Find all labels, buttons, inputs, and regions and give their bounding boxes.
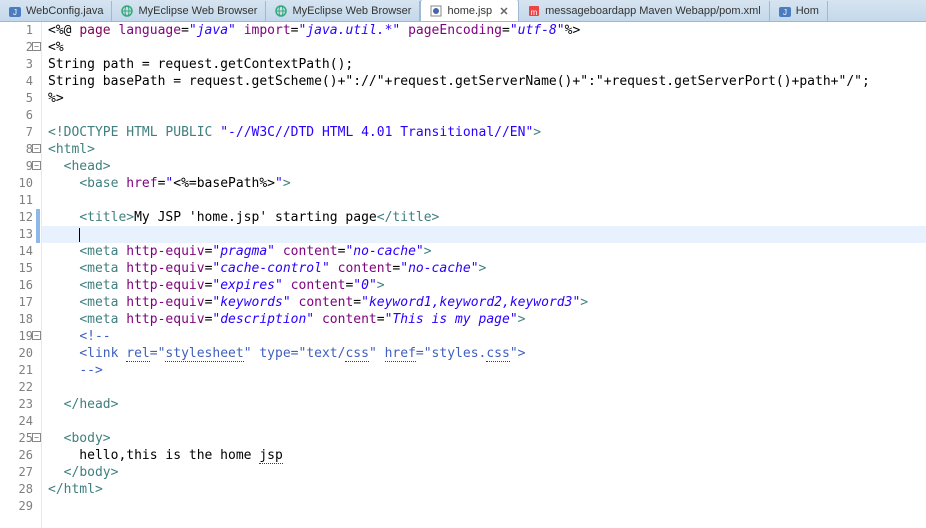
- line-number: 8−: [0, 141, 33, 158]
- line-number: 15: [0, 260, 33, 277]
- line-number: 5: [0, 90, 33, 107]
- fold-toggle-icon[interactable]: −: [32, 433, 41, 442]
- fold-toggle-icon[interactable]: −: [32, 42, 41, 51]
- code-line[interactable]: <!DOCTYPE HTML PUBLIC "-//W3C//DTD HTML …: [48, 124, 926, 141]
- tab-label: MyEclipse Web Browser: [138, 5, 257, 17]
- code-line[interactable]: String path = request.getContextPath();: [48, 56, 926, 73]
- code-area[interactable]: <%@ page language="java" import="java.ut…: [42, 22, 926, 528]
- tab-1[interactable]: MyEclipse Web Browser: [112, 1, 266, 21]
- code-line[interactable]: <%@ page language="java" import="java.ut…: [48, 22, 926, 39]
- code-line[interactable]: [48, 107, 926, 124]
- line-number: 22: [0, 379, 33, 396]
- java-icon: J: [8, 4, 22, 18]
- code-line[interactable]: </body>: [48, 464, 926, 481]
- code-line[interactable]: [48, 498, 926, 515]
- code-editor[interactable]: 12−345678−9−10111213141516171819−2021222…: [0, 22, 926, 528]
- line-number: 6: [0, 107, 33, 124]
- close-icon[interactable]: [498, 5, 510, 17]
- code-line[interactable]: <head>: [48, 158, 926, 175]
- code-line[interactable]: <title>My JSP 'home.jsp' starting page</…: [48, 209, 926, 226]
- code-line[interactable]: <body>: [48, 430, 926, 447]
- maven-icon: m: [527, 4, 541, 18]
- code-line[interactable]: -->: [48, 362, 926, 379]
- code-line[interactable]: <meta http-equiv="description" content="…: [48, 311, 926, 328]
- line-number: 26: [0, 447, 33, 464]
- globe-icon: [120, 4, 134, 18]
- line-number: 21: [0, 362, 33, 379]
- line-number: 12: [0, 209, 33, 226]
- code-line[interactable]: hello,this is the home jsp: [48, 447, 926, 464]
- code-line[interactable]: [48, 413, 926, 430]
- line-number: 28: [0, 481, 33, 498]
- line-number: 20: [0, 345, 33, 362]
- change-marker: [36, 226, 40, 243]
- line-number: 1: [0, 22, 33, 39]
- code-line[interactable]: <html>: [48, 141, 926, 158]
- code-line[interactable]: <meta http-equiv="cache-control" content…: [48, 260, 926, 277]
- code-line[interactable]: <%: [48, 39, 926, 56]
- fold-toggle-icon[interactable]: −: [32, 161, 41, 170]
- line-number: 17: [0, 294, 33, 311]
- tab-4[interactable]: m messageboardapp Maven Webapp/pom.xml: [519, 1, 770, 21]
- tab-label: Hom: [796, 5, 819, 17]
- code-line[interactable]: <!--: [48, 328, 926, 345]
- fold-toggle-icon[interactable]: −: [32, 331, 41, 340]
- java-icon: J: [778, 4, 792, 18]
- code-line[interactable]: String basePath = request.getScheme()+":…: [48, 73, 926, 90]
- tab-5[interactable]: J Hom: [770, 1, 828, 21]
- svg-text:J: J: [13, 8, 17, 17]
- line-number: 10: [0, 175, 33, 192]
- code-line[interactable]: <meta http-equiv="expires" content="0">: [48, 277, 926, 294]
- code-line[interactable]: %>: [48, 90, 926, 107]
- fold-toggle-icon[interactable]: −: [32, 144, 41, 153]
- line-number: 7: [0, 124, 33, 141]
- code-line[interactable]: </html>: [48, 481, 926, 498]
- tab-label: WebConfig.java: [26, 5, 103, 17]
- line-number: 29: [0, 498, 33, 515]
- tab-label: home.jsp: [447, 5, 492, 17]
- svg-text:J: J: [783, 8, 787, 17]
- editor-tabbar: J WebConfig.java MyEclipse Web Browser MyEc…: [0, 0, 926, 22]
- line-number: 16: [0, 277, 33, 294]
- code-line[interactable]: [48, 379, 926, 396]
- line-number: 14: [0, 243, 33, 260]
- line-number: 25−: [0, 430, 33, 447]
- line-number: 24: [0, 413, 33, 430]
- globe-icon: [274, 4, 288, 18]
- code-line[interactable]: </head>: [48, 396, 926, 413]
- line-gutter: 12−345678−9−10111213141516171819−2021222…: [0, 22, 42, 528]
- tab-label: MyEclipse Web Browser: [292, 5, 411, 17]
- svg-text:m: m: [531, 8, 538, 17]
- line-number: 11: [0, 192, 33, 209]
- line-number: 2−: [0, 39, 33, 56]
- line-number: 3: [0, 56, 33, 73]
- line-number: 9−: [0, 158, 33, 175]
- line-number: 27: [0, 464, 33, 481]
- tab-2[interactable]: MyEclipse Web Browser: [266, 1, 420, 21]
- jsp-icon: [429, 4, 443, 18]
- code-line[interactable]: <meta http-equiv="pragma" content="no-ca…: [48, 243, 926, 260]
- tab-3[interactable]: home.jsp: [420, 0, 519, 21]
- change-marker: [36, 209, 40, 226]
- code-line[interactable]: [48, 192, 926, 209]
- line-number: 19−: [0, 328, 33, 345]
- line-number: 13: [0, 226, 33, 243]
- tab-0[interactable]: J WebConfig.java: [0, 1, 112, 21]
- code-line[interactable]: <link rel="stylesheet" type="text/css" h…: [48, 345, 926, 362]
- text-cursor: [79, 228, 80, 242]
- code-line[interactable]: <base href="<%=basePath%>">: [48, 175, 926, 192]
- line-number: 23: [0, 396, 33, 413]
- line-number: 4: [0, 73, 33, 90]
- line-number: 18: [0, 311, 33, 328]
- code-line[interactable]: <meta http-equiv="keywords" content="key…: [48, 294, 926, 311]
- tab-label: messageboardapp Maven Webapp/pom.xml: [545, 5, 761, 17]
